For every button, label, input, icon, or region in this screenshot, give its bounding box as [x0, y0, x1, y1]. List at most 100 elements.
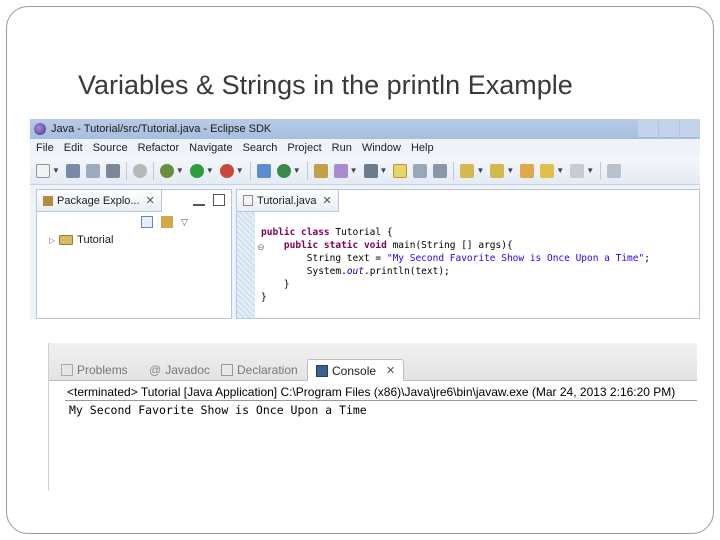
- link-with-editor-icon[interactable]: [161, 216, 173, 228]
- tab-javadoc-label: Javadoc: [165, 363, 210, 377]
- back-dropdown-icon[interactable]: ▼: [556, 166, 564, 175]
- forward-icon[interactable]: [570, 163, 585, 178]
- slide-title: Variables & Strings in the println Examp…: [78, 70, 573, 100]
- print-icon[interactable]: [105, 163, 120, 178]
- console-icon: [316, 364, 328, 377]
- declaration-icon: [221, 364, 233, 376]
- debug-dropdown-icon[interactable]: ▼: [176, 166, 184, 175]
- new-class-dropdown-icon[interactable]: ▼: [293, 166, 301, 175]
- menu-help[interactable]: Help: [411, 142, 434, 154]
- new-java-class-icon[interactable]: [276, 163, 291, 178]
- window-title: Java - Tutorial/src/Tutorial.java - Ecli…: [51, 123, 272, 135]
- new-java-project-icon[interactable]: [256, 163, 271, 178]
- run-dropdown-icon[interactable]: ▼: [206, 166, 214, 175]
- menu-bar: File Edit Source Refactor Navigate Searc…: [30, 139, 700, 157]
- menu-file[interactable]: File: [36, 142, 54, 154]
- tree-item-label: Tutorial: [77, 234, 114, 246]
- open-type-icon[interactable]: [313, 163, 328, 178]
- debug-icon[interactable]: [159, 163, 174, 178]
- menu-window[interactable]: Window: [362, 142, 401, 154]
- tab-declaration[interactable]: Declaration: [221, 359, 298, 381]
- tab-declaration-label: Declaration: [237, 363, 298, 377]
- external-tools-dropdown-icon[interactable]: ▼: [236, 166, 244, 175]
- previous-annotation-dropdown-icon[interactable]: ▼: [506, 166, 514, 175]
- expand-arrow-icon[interactable]: ▷: [49, 236, 55, 245]
- package-explorer-tab-label: Package Explo...: [57, 194, 140, 207]
- tab-problems[interactable]: Problems: [61, 359, 128, 381]
- editor-tab-label: Tutorial.java: [257, 194, 317, 207]
- menu-run[interactable]: Run: [332, 142, 352, 154]
- maximize-view-icon[interactable]: [213, 194, 225, 206]
- toolbar-separator: [125, 161, 127, 180]
- minimize-view-icon[interactable]: [193, 194, 205, 206]
- console-tab-bar: Problems @ Javadoc Declaration Console ✕: [49, 343, 697, 381]
- open-task-dropdown-icon[interactable]: ▼: [350, 166, 358, 175]
- console-output[interactable]: My Second Favorite Show is Once Upon a T…: [69, 403, 367, 417]
- close-icon[interactable]: ✕: [323, 194, 332, 207]
- package-explorer-view: Package Explo... ✕ ▽ ▷ Tutorial: [36, 189, 232, 319]
- tab-console[interactable]: Console ✕: [307, 359, 405, 381]
- eclipse-icon: [34, 123, 46, 135]
- console-divider: [65, 400, 697, 401]
- close-icon[interactable]: ✕: [386, 364, 395, 377]
- tab-console-label: Console: [332, 363, 377, 378]
- run-icon[interactable]: [189, 163, 204, 178]
- eclipse-window: Java - Tutorial/src/Tutorial.java - Ecli…: [30, 119, 700, 319]
- menu-search[interactable]: Search: [243, 142, 278, 154]
- maximize-button[interactable]: [659, 119, 679, 137]
- last-edit-location-icon[interactable]: [520, 163, 535, 178]
- view-menu-icon[interactable]: ▽: [181, 216, 193, 228]
- search-dropdown-icon[interactable]: ▼: [380, 166, 388, 175]
- previous-annotation-icon[interactable]: [490, 163, 505, 178]
- new-icon[interactable]: [36, 163, 50, 178]
- search-icon[interactable]: [363, 163, 378, 178]
- menu-refactor[interactable]: Refactor: [138, 142, 180, 154]
- tab-javadoc[interactable]: @ Javadoc: [149, 359, 210, 381]
- package-explorer-tab[interactable]: Package Explo... ✕: [37, 190, 162, 212]
- mark-occurrences-icon[interactable]: [393, 163, 408, 178]
- show-whitespace-icon[interactable]: [433, 163, 448, 178]
- toolbar-separator: [152, 161, 154, 180]
- code-line-3: String text = "My Second Favorite Show i…: [306, 253, 650, 264]
- view-controls: [193, 194, 225, 206]
- toolbar-separator: [306, 161, 308, 180]
- close-button[interactable]: [680, 119, 700, 137]
- next-annotation-dropdown-icon[interactable]: ▼: [476, 166, 484, 175]
- at-icon: @: [149, 363, 162, 377]
- collapse-all-icon[interactable]: [141, 216, 153, 228]
- menu-edit[interactable]: Edit: [64, 142, 83, 154]
- back-icon[interactable]: [540, 163, 555, 178]
- save-all-icon[interactable]: [85, 163, 100, 178]
- tree-item-project[interactable]: ▷ Tutorial: [49, 234, 113, 246]
- window-controls: [637, 119, 700, 137]
- terminated-status: <terminated> Tutorial [Java Application]…: [67, 385, 676, 399]
- pin-editor-icon[interactable]: [607, 163, 622, 178]
- next-annotation-icon[interactable]: [460, 163, 475, 178]
- problems-icon: [61, 364, 73, 376]
- code-line-4: System.out.println(text);: [306, 266, 450, 277]
- menu-project[interactable]: Project: [287, 142, 321, 154]
- toolbar-separator: [600, 161, 602, 180]
- console-panel: Problems @ Javadoc Declaration Console ✕…: [48, 343, 697, 491]
- forward-dropdown-icon[interactable]: ▼: [586, 166, 594, 175]
- package-explorer-icon: [43, 195, 53, 206]
- window-titlebar: Java - Tutorial/src/Tutorial.java - Ecli…: [30, 119, 700, 139]
- minimize-button[interactable]: [638, 119, 658, 137]
- save-icon[interactable]: [65, 163, 80, 178]
- main-toolbar: ▼ ▼ ▼ ▼ ▼ ▼ ▼ ▼ ▼ ▼ ▼: [30, 157, 700, 185]
- block-selection-icon[interactable]: [413, 163, 428, 178]
- java-editor: Tutorial.java ✕ ⊖ public class Tutorial …: [236, 189, 700, 319]
- external-tools-icon[interactable]: [219, 163, 234, 178]
- menu-source[interactable]: Source: [93, 142, 128, 154]
- new-dropdown-icon[interactable]: ▼: [52, 166, 60, 175]
- skip-breakpoints-icon[interactable]: [132, 163, 147, 178]
- editor-gutter: [237, 212, 255, 318]
- editor-tab-tutorial-java[interactable]: Tutorial.java ✕: [237, 190, 339, 212]
- code-line-6: }: [261, 292, 267, 303]
- open-task-icon[interactable]: [333, 163, 348, 178]
- menu-navigate[interactable]: Navigate: [189, 142, 232, 154]
- code-area[interactable]: public class Tutorial { public static vo…: [261, 226, 650, 304]
- close-icon[interactable]: ✕: [146, 194, 155, 207]
- toolbar-separator: [249, 161, 251, 180]
- tab-problems-label: Problems: [77, 363, 128, 377]
